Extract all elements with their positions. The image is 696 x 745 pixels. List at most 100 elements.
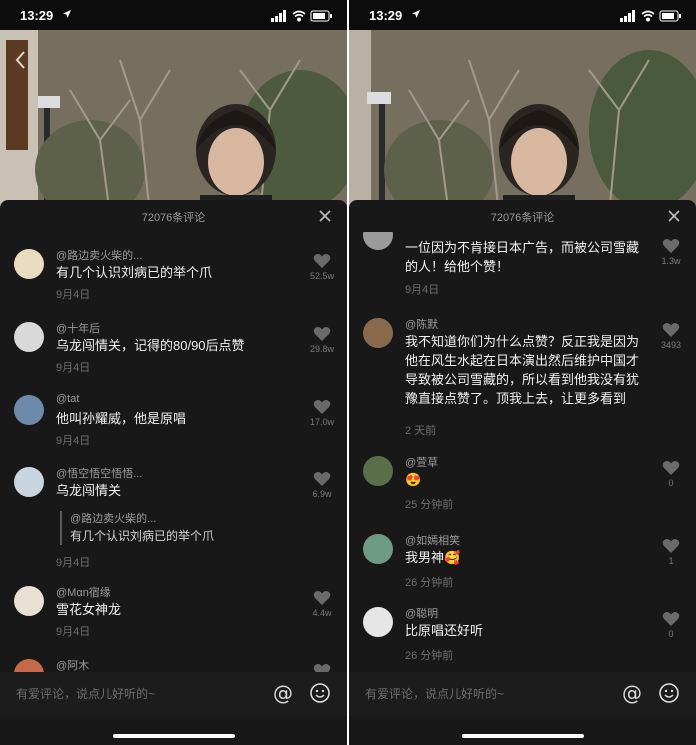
like-button[interactable]: 29.8w [305, 326, 339, 354]
like-count: 0 [668, 478, 674, 488]
comment-item: @十年后 乌龙闯情关，记得的80/90后点赞 9月4日 29.8w [0, 320, 347, 380]
video-background[interactable] [349, 0, 696, 215]
comment-list: 一位因为不肯接日本广告，而被公司雪藏的人！给他个赞！ 9月4日 1.3w @陈默… [349, 232, 696, 672]
comment-username[interactable]: @如嫣相笑 [405, 532, 460, 548]
avatar[interactable] [14, 395, 44, 425]
like-button[interactable]: 0 [654, 460, 688, 488]
like-button[interactable]: 1.3w [654, 238, 688, 266]
comment-username[interactable]: @阿木 [56, 657, 89, 672]
signal-icon [271, 10, 286, 22]
emoji-icon[interactable] [658, 682, 680, 704]
avatar[interactable] [363, 318, 393, 348]
battery-icon [659, 10, 681, 22]
comment-username[interactable]: @萱草 [405, 454, 438, 470]
at-icon[interactable]: @ [622, 681, 642, 705]
like-button[interactable]: 52.5w [305, 253, 339, 281]
heart-icon [313, 400, 331, 414]
like-button[interactable]: 0 [654, 611, 688, 639]
like-button[interactable]: 3493 [654, 322, 688, 350]
screenshot-pair: 13:29 72076条评论 @路边卖火柴的... 有几个认识刘病已的举个爪 9… [0, 0, 696, 745]
like-button[interactable]: 1 [654, 538, 688, 566]
comment-username[interactable]: @聪明 [405, 605, 438, 621]
comment-item: @萱草 😍 25 分钟前 0 [349, 454, 696, 514]
comment-text[interactable]: 😍 [405, 470, 645, 489]
phone-right: 13:29 72076条评论 一位因为不肯接日本广告，而被公司雪藏的人！给他个赞… [349, 0, 696, 745]
comment-time: 9月4日 [56, 626, 91, 638]
like-button[interactable] [305, 663, 339, 672]
like-count: 0 [668, 629, 674, 639]
like-count: 1.3w [661, 256, 681, 266]
comment-input[interactable]: 有爱评论，说点儿好听的~ [16, 685, 155, 702]
comment-text[interactable]: 他叫孙耀威，他是原唱 [56, 409, 296, 428]
status-bar: 13:29 [0, 0, 347, 30]
comment-username[interactable]: @路边卖火柴的... [56, 247, 142, 263]
at-icon[interactable]: @ [273, 681, 293, 705]
comment-time: 9月4日 [56, 289, 91, 301]
comment-time: 9月4日 [56, 557, 91, 569]
avatar[interactable] [363, 607, 393, 637]
heart-icon [313, 664, 331, 672]
heart-icon [313, 591, 331, 605]
close-icon[interactable] [668, 210, 680, 222]
quoted-reply[interactable]: @路边卖火柴的... 有几个认识刘病已的举个爪 [60, 511, 300, 545]
comment-text[interactable]: 雪花女神龙 [56, 600, 296, 619]
heart-icon [662, 539, 680, 553]
comments-count-title: 72076条评论 [490, 212, 555, 224]
avatar[interactable] [363, 456, 393, 486]
video-background[interactable] [0, 0, 347, 215]
reply-text: 有几个认识刘病已的举个爪 [70, 529, 215, 543]
comment-text[interactable]: 乌龙闯情关 [56, 481, 296, 500]
comment-text[interactable]: 比原唱还好听 [405, 621, 645, 640]
emoji-icon[interactable] [309, 682, 331, 704]
avatar[interactable] [14, 322, 44, 352]
heart-icon [662, 612, 680, 626]
status-bar: 13:29 [349, 0, 696, 30]
comment-list: @路边卖火柴的... 有几个认识刘病已的举个爪 9月4日 52.5w @十年后 … [0, 232, 347, 672]
comment-text[interactable]: 一位因为不肯接日本广告，而被公司雪藏的人！给他个赞！ [405, 238, 645, 276]
phone-left: 13:29 72076条评论 @路边卖火柴的... 有几个认识刘病已的举个爪 9… [0, 0, 347, 745]
comment-text[interactable]: 我男神🥰 [405, 548, 645, 567]
comment-item: 一位因为不肯接日本广告，而被公司雪藏的人！给他个赞！ 9月4日 1.3w [349, 232, 696, 298]
comment-time: 26 分钟前 [405, 577, 454, 589]
home-indicator[interactable] [113, 734, 235, 738]
battery-icon [310, 10, 332, 22]
comment-input-bar[interactable]: 有爱评论，说点儿好听的~ @ [0, 672, 347, 716]
heart-icon [662, 323, 680, 337]
heart-icon [313, 327, 331, 341]
home-indicator[interactable] [462, 734, 584, 738]
avatar[interactable] [14, 586, 44, 616]
status-time: 13:29 [369, 8, 403, 23]
like-count: 29.8w [309, 344, 335, 354]
close-icon[interactable] [319, 210, 331, 222]
comment-username[interactable]: @tat [56, 393, 79, 405]
comment-time: 26 分钟前 [405, 650, 454, 662]
avatar[interactable] [14, 249, 44, 279]
comment-username[interactable]: @陈默 [405, 316, 438, 332]
comment-input-bar[interactable]: 有爱评论，说点儿好听的~ @ [349, 672, 696, 716]
comment-input[interactable]: 有爱评论，说点儿好听的~ [365, 685, 504, 702]
comment-time: 2 天前 [405, 425, 437, 437]
avatar[interactable] [363, 232, 393, 250]
location-arrow-icon [412, 10, 420, 18]
avatar[interactable] [363, 534, 393, 564]
comment-text[interactable]: 我不知道你们为什么点赞？反正我是因为他在风生水起在日本演出然后维护中国才导致被公… [405, 332, 645, 408]
like-button[interactable]: 6.9w [305, 471, 339, 499]
like-button[interactable]: 4.4w [305, 590, 339, 618]
location-arrow-icon [63, 10, 71, 18]
comment-item: @阿木 [0, 657, 347, 672]
comment-username[interactable]: @悟空悟空悟悟... [56, 465, 142, 481]
heart-icon [662, 239, 680, 253]
comment-text[interactable]: 乌龙闯情关，记得的80/90后点赞 [56, 336, 296, 355]
status-time: 13:29 [20, 8, 54, 23]
comment-username[interactable]: @十年后 [56, 320, 100, 336]
avatar[interactable] [14, 659, 44, 672]
like-count: 6.9w [312, 489, 332, 499]
like-count: 3493 [660, 340, 682, 350]
like-button[interactable]: 17.0w [305, 399, 339, 427]
back-icon[interactable] [14, 50, 26, 70]
comment-text[interactable]: 有几个认识刘病已的举个爪 [56, 263, 296, 282]
video-scene [0, 0, 347, 215]
like-count: 52.5w [309, 271, 335, 281]
comment-username[interactable]: @Mαn宿缘 [56, 584, 111, 600]
avatar[interactable] [14, 467, 44, 497]
